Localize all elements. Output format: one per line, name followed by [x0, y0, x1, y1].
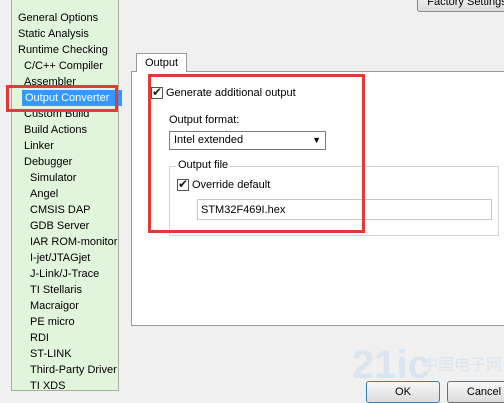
category-item[interactable]: Static Analysis	[18, 26, 89, 42]
category-item[interactable]: General Options	[18, 10, 98, 26]
generate-output-label: Generate additional output	[166, 87, 296, 100]
category-item[interactable]: J-Link/J-Trace	[30, 266, 99, 282]
category-item[interactable]: Assembler	[24, 74, 76, 90]
category-item[interactable]: Simulator	[30, 170, 76, 186]
category-item[interactable]: RDI	[30, 330, 49, 346]
factory-settings-button[interactable]: Factory Settings	[417, 0, 504, 12]
output-format-select[interactable]: Intel extended ▼	[169, 131, 326, 150]
category-item[interactable]: Macraigor	[30, 298, 79, 314]
category-item[interactable]: GDB Server	[30, 218, 89, 234]
category-item[interactable]: TI Stellaris	[30, 282, 82, 298]
category-item[interactable]: Build Actions	[24, 122, 87, 138]
category-item[interactable]: CMSIS DAP	[30, 202, 91, 218]
cancel-button[interactable]: Cancel	[447, 381, 504, 403]
checkmark-icon: ✔	[178, 177, 189, 192]
category-item[interactable]: IAR ROM-monitor	[30, 234, 117, 250]
category-item[interactable]: Angel	[30, 186, 58, 202]
category-item[interactable]: Linker	[24, 138, 54, 154]
category-list[interactable]: General Options Static Analysis Runtime Ch…	[11, 0, 122, 394]
output-format-value: Intel extended	[174, 134, 244, 146]
category-item[interactable]: Debugger	[24, 154, 72, 170]
category-item[interactable]: Runtime Checking	[18, 42, 108, 58]
output-format-label: Output format:	[169, 114, 240, 126]
ok-button[interactable]: OK	[366, 381, 440, 403]
category-item[interactable]: ST-LINK	[30, 346, 72, 362]
category-item[interactable]: I-jet/JTAGjet	[30, 250, 90, 266]
category-item[interactable]: C/C++ Compiler	[24, 58, 103, 74]
category-item[interactable]: PE micro	[30, 314, 75, 330]
override-default-label: Override default	[192, 179, 271, 192]
output-file-path-input[interactable]	[197, 199, 492, 220]
override-default-checkbox[interactable]: ✔	[177, 177, 189, 192]
override-default-row[interactable]: ✔ Override default	[177, 177, 271, 192]
generate-output-checkbox[interactable]: ✔	[151, 85, 163, 100]
category-item[interactable]: Third-Party Driver	[30, 362, 117, 378]
generate-output-row[interactable]: ✔ Generate additional output	[151, 85, 296, 100]
checkmark-icon: ✔	[152, 85, 163, 100]
output-file-group-label: Output file	[176, 159, 231, 171]
chevron-down-icon: ▼	[312, 135, 321, 145]
category-item[interactable]: Output Converter	[22, 90, 122, 106]
category-item[interactable]: Custom Build	[24, 106, 89, 122]
category-item[interactable]: TI XDS	[30, 378, 65, 394]
tab-output[interactable]: Output	[136, 53, 187, 72]
